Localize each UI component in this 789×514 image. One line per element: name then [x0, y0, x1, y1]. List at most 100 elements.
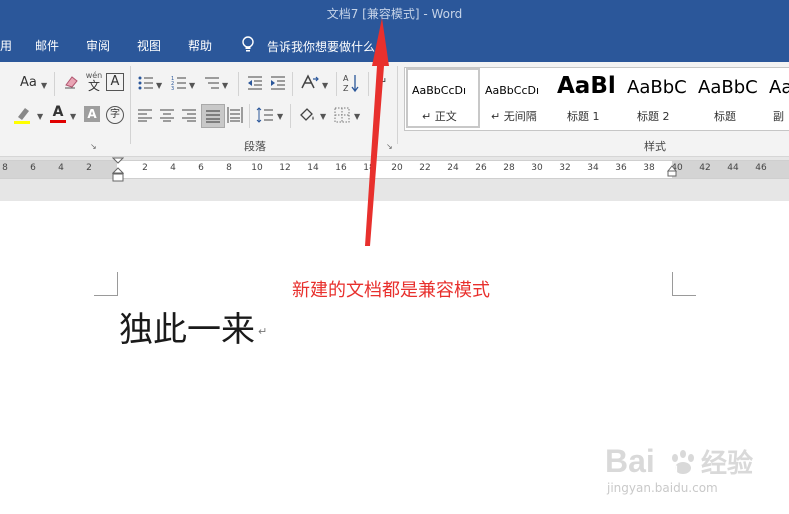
ruler-tick-label: 22	[419, 163, 431, 173]
styles-gallery: AaBbCcDı ↵ 正文 AaBbCcDı ↵ 无间隔 AaBl 标题 1 A…	[404, 67, 789, 131]
font-color-letter: A	[52, 104, 64, 120]
paragraph-group-label: 段落	[244, 140, 266, 153]
clear-formatting-icon[interactable]	[63, 74, 79, 90]
decrease-indent-icon[interactable]	[247, 75, 263, 91]
ruler-tick-label: 2	[86, 163, 92, 173]
style-preview: AaBl	[557, 73, 616, 99]
ruler-tick-label: 36	[615, 163, 627, 173]
paragraph-dialog-launcher-icon[interactable]: ↘	[386, 142, 393, 151]
ruler-tick-label: 6	[30, 163, 36, 173]
phonetic-char: 文	[87, 79, 100, 93]
group-divider	[130, 66, 131, 144]
ruler-tick-label: 4	[170, 163, 176, 173]
document-text[interactable]: 独此一来	[119, 302, 255, 351]
change-case-button[interactable]: Aa	[20, 75, 37, 90]
style-name: 标题	[714, 110, 736, 123]
tab-view[interactable]: 视图	[137, 37, 161, 54]
tab-mailings[interactable]: 邮件	[35, 37, 59, 54]
ruler-tick-label: 32	[559, 163, 571, 173]
borders-icon[interactable]	[334, 107, 350, 123]
ruler-tick-label: 12	[279, 163, 291, 173]
chevron-down-icon: ▼	[189, 81, 196, 90]
sort-icon[interactable]: AZ	[343, 73, 359, 93]
lightbulb-icon[interactable]	[240, 35, 256, 53]
margin-corner-top-left	[94, 272, 118, 296]
divider	[290, 104, 291, 128]
numbering-icon[interactable]: 1 2 3	[171, 75, 187, 91]
align-left-icon[interactable]	[138, 108, 152, 122]
ruler-tick-label: 30	[531, 163, 543, 173]
style-name: 标题 2	[637, 110, 670, 123]
bullets-icon[interactable]	[138, 75, 154, 91]
ruler-tick-label: 14	[307, 163, 319, 173]
tell-me-search[interactable]: 告诉我你想要做什么	[267, 38, 375, 55]
chevron-down-icon: ▼	[156, 81, 163, 90]
ruler-tick-label: 28	[503, 163, 515, 173]
divider	[54, 72, 55, 96]
svg-text:经验: 经验	[701, 448, 753, 479]
ruler-tick-label: 4	[58, 163, 64, 173]
chevron-down-icon: ▼	[37, 112, 44, 121]
character-border-button[interactable]: A	[106, 73, 124, 91]
annotation-text: 新建的文档都是兼容模式	[292, 280, 490, 301]
svg-text:3: 3	[171, 86, 174, 91]
style-subtitle[interactable]: Aa 副	[765, 68, 789, 128]
font-dialog-launcher-icon[interactable]: ↘	[90, 142, 97, 151]
style-name: ↵ 无间隔	[491, 110, 537, 123]
style-preview: AaBbC	[627, 77, 687, 98]
chevron-down-icon: ▼	[277, 112, 284, 121]
character-shading-button[interactable]: A	[84, 106, 100, 122]
svg-text:Z: Z	[343, 84, 349, 93]
increase-indent-icon[interactable]	[270, 75, 286, 91]
tab-review[interactable]: 审阅	[86, 37, 110, 54]
paragraph-shading-icon[interactable]	[298, 106, 316, 124]
show-marks-icon[interactable]: ↵	[378, 75, 387, 88]
chinese-layout-icon[interactable]	[300, 74, 320, 92]
style-heading-2[interactable]: AaBbC 标题 2	[623, 68, 694, 128]
ruler-tick-label: 44	[727, 163, 739, 173]
ruler-tick-label: 2	[142, 163, 148, 173]
chevron-down-icon: ▼	[320, 112, 327, 121]
align-center-icon[interactable]	[160, 108, 174, 122]
justify-button[interactable]	[201, 104, 225, 128]
style-no-spacing[interactable]: AaBbCcDı ↵ 无间隔	[481, 68, 553, 128]
divider	[368, 72, 369, 96]
chevron-down-icon: ▼	[322, 81, 329, 90]
ruler-tick-label: 42	[699, 163, 711, 173]
font-color-button[interactable]: A	[50, 104, 66, 123]
divider	[292, 72, 293, 96]
ruler-tick-label: 46	[755, 163, 767, 173]
indent-marker-icon[interactable]	[112, 157, 124, 183]
ribbon: Aa ▼ wén 文 A ▼ A ▼ A 字 ▼ 1 2 3 ▼ ▼ ▼ A Z…	[0, 62, 789, 157]
tab-partial[interactable]: 用	[0, 37, 12, 54]
watermark-url: jingyan.baidu.com	[607, 481, 718, 495]
right-indent-marker-icon[interactable]	[667, 165, 677, 177]
ruler-tick-label: 18	[363, 163, 375, 173]
style-heading-1[interactable]: AaBl 标题 1	[553, 68, 623, 128]
divider	[238, 72, 239, 96]
font-color-swatch	[50, 120, 66, 123]
multilevel-list-icon[interactable]	[204, 75, 220, 91]
line-spacing-icon[interactable]	[256, 107, 274, 123]
margin-corner-top-right	[672, 272, 696, 296]
highlight-icon[interactable]	[13, 105, 33, 125]
enclose-characters-button[interactable]: 字	[106, 106, 124, 124]
style-title[interactable]: AaBbC 标题	[694, 68, 765, 128]
justify-icon	[206, 110, 220, 123]
style-preview: AaBbC	[698, 77, 758, 98]
style-preview: Aa	[769, 77, 789, 98]
chevron-down-icon: ▼	[222, 81, 229, 90]
title-bar: 文档7 [兼容模式] - Word	[0, 0, 789, 28]
style-preview: AaBbCcDı	[412, 84, 467, 97]
divider	[249, 104, 250, 128]
ruler-tick-label: 6	[198, 163, 204, 173]
svg-text:A: A	[343, 74, 349, 83]
distributed-icon[interactable]	[227, 107, 243, 123]
chevron-down-icon: ▼	[70, 112, 77, 121]
baidu-jingyan-logo: Bai du 经验	[605, 443, 753, 479]
style-normal[interactable]: AaBbCcDı ↵ 正文	[406, 68, 480, 128]
phonetic-guide-button[interactable]: wén 文	[84, 71, 104, 93]
ruler-tick-label: 8	[226, 163, 232, 173]
tab-help[interactable]: 帮助	[188, 37, 212, 54]
align-right-icon[interactable]	[182, 108, 196, 122]
